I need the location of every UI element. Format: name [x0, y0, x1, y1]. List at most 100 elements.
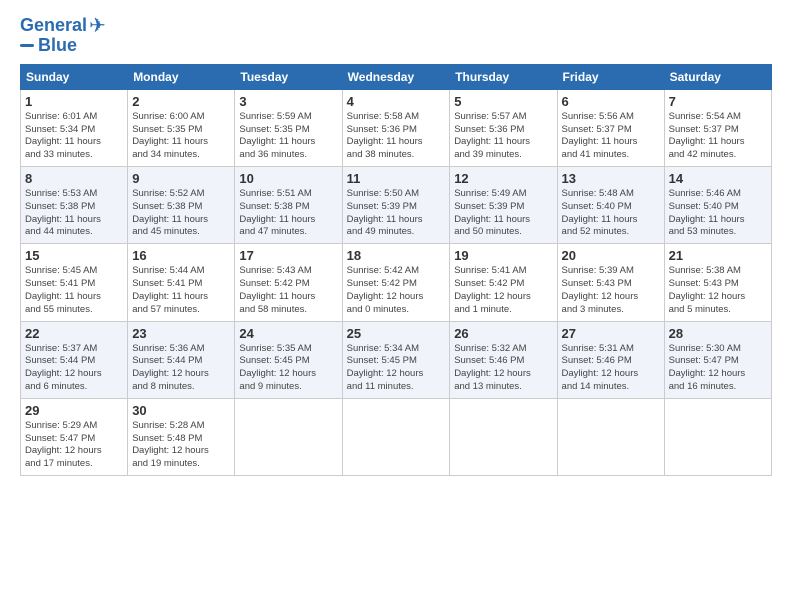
day-info: Sunrise: 5:46 AM Sunset: 5:40 PM Dayligh… [669, 188, 767, 239]
day-number: 13 [562, 171, 660, 186]
day-cell: 29 Sunrise: 5:29 AM Sunset: 5:47 PM Dayli… [21, 398, 128, 475]
day-number: 11 [347, 171, 446, 186]
day-cell: 8 Sunrise: 5:53 AM Sunset: 5:38 PM Daylig… [21, 167, 128, 244]
weekday-saturday: Saturday [664, 64, 771, 89]
weekday-thursday: Thursday [450, 64, 557, 89]
day-number: 27 [562, 326, 660, 341]
day-number: 8 [25, 171, 123, 186]
day-cell [450, 398, 557, 475]
week-row-4: 22Sunrise: 5:37 AM Sunset: 5:44 PM Dayli… [21, 321, 772, 398]
day-cell: 24Sunrise: 5:35 AM Sunset: 5:45 PM Dayli… [235, 321, 342, 398]
logo-bird-icon: ✈ [89, 16, 106, 36]
weekday-sunday: Sunday [21, 64, 128, 89]
day-number: 1 [25, 94, 123, 109]
weekday-monday: Monday [128, 64, 235, 89]
day-info: Sunrise: 5:31 AM Sunset: 5:46 PM Dayligh… [562, 343, 660, 394]
page: General ✈ Blue SundayMondayTuesdayWednes… [0, 0, 792, 612]
day-cell: 9 Sunrise: 5:52 AM Sunset: 5:38 PM Daylig… [128, 167, 235, 244]
day-number: 2 [132, 94, 230, 109]
day-info: Sunrise: 5:44 AM Sunset: 5:41 PM Dayligh… [132, 265, 230, 316]
day-number: 23 [132, 326, 230, 341]
day-cell [557, 398, 664, 475]
day-info: Sunrise: 5:35 AM Sunset: 5:45 PM Dayligh… [239, 343, 337, 394]
week-row-2: 8 Sunrise: 5:53 AM Sunset: 5:38 PM Daylig… [21, 167, 772, 244]
day-number: 28 [669, 326, 767, 341]
day-number: 18 [347, 248, 446, 263]
day-cell: 15Sunrise: 5:45 AM Sunset: 5:41 PM Dayli… [21, 244, 128, 321]
day-info: Sunrise: 5:29 AM Sunset: 5:47 PM Dayligh… [25, 420, 123, 471]
day-number: 22 [25, 326, 123, 341]
day-info: Sunrise: 6:01 AM Sunset: 5:34 PM Dayligh… [25, 111, 123, 162]
weekday-wednesday: Wednesday [342, 64, 450, 89]
day-cell: 21 Sunrise: 5:38 AM Sunset: 5:43 PM Dayli… [664, 244, 771, 321]
day-cell: 20 Sunrise: 5:39 AM Sunset: 5:43 PM Dayli… [557, 244, 664, 321]
day-cell: 7 Sunrise: 5:54 AM Sunset: 5:37 PM Daylig… [664, 89, 771, 166]
day-info: Sunrise: 5:52 AM Sunset: 5:38 PM Dayligh… [132, 188, 230, 239]
day-info: Sunrise: 5:51 AM Sunset: 5:38 PM Dayligh… [239, 188, 337, 239]
week-row-5: 29 Sunrise: 5:29 AM Sunset: 5:47 PM Dayli… [21, 398, 772, 475]
day-number: 16 [132, 248, 230, 263]
day-cell: 27 Sunrise: 5:31 AM Sunset: 5:46 PM Dayli… [557, 321, 664, 398]
day-number: 10 [239, 171, 337, 186]
weekday-tuesday: Tuesday [235, 64, 342, 89]
day-info: Sunrise: 5:48 AM Sunset: 5:40 PM Dayligh… [562, 188, 660, 239]
logo-text2: Blue [38, 36, 77, 56]
day-cell: 26Sunrise: 5:32 AM Sunset: 5:46 PM Dayli… [450, 321, 557, 398]
day-info: Sunrise: 5:57 AM Sunset: 5:36 PM Dayligh… [454, 111, 552, 162]
day-info: Sunrise: 5:28 AM Sunset: 5:48 PM Dayligh… [132, 420, 230, 471]
day-info: Sunrise: 5:56 AM Sunset: 5:37 PM Dayligh… [562, 111, 660, 162]
day-info: Sunrise: 5:42 AM Sunset: 5:42 PM Dayligh… [347, 265, 446, 316]
day-number: 7 [669, 94, 767, 109]
day-number: 20 [562, 248, 660, 263]
day-number: 17 [239, 248, 337, 263]
day-info: Sunrise: 5:43 AM Sunset: 5:42 PM Dayligh… [239, 265, 337, 316]
day-info: Sunrise: 5:50 AM Sunset: 5:39 PM Dayligh… [347, 188, 446, 239]
day-cell: 22Sunrise: 5:37 AM Sunset: 5:44 PM Dayli… [21, 321, 128, 398]
day-info: Sunrise: 5:38 AM Sunset: 5:43 PM Dayligh… [669, 265, 767, 316]
day-number: 25 [347, 326, 446, 341]
day-cell: 23Sunrise: 5:36 AM Sunset: 5:44 PM Dayli… [128, 321, 235, 398]
day-info: Sunrise: 5:59 AM Sunset: 5:35 PM Dayligh… [239, 111, 337, 162]
day-info: Sunrise: 5:39 AM Sunset: 5:43 PM Dayligh… [562, 265, 660, 316]
day-cell [235, 398, 342, 475]
day-cell: 12 Sunrise: 5:49 AM Sunset: 5:39 PM Dayli… [450, 167, 557, 244]
day-cell [664, 398, 771, 475]
day-info: Sunrise: 6:00 AM Sunset: 5:35 PM Dayligh… [132, 111, 230, 162]
day-cell: 1 Sunrise: 6:01 AM Sunset: 5:34 PM Daylig… [21, 89, 128, 166]
day-number: 12 [454, 171, 552, 186]
day-number: 14 [669, 171, 767, 186]
day-number: 6 [562, 94, 660, 109]
day-info: Sunrise: 5:41 AM Sunset: 5:42 PM Dayligh… [454, 265, 552, 316]
day-info: Sunrise: 5:54 AM Sunset: 5:37 PM Dayligh… [669, 111, 767, 162]
day-cell: 28 Sunrise: 5:30 AM Sunset: 5:47 PM Dayli… [664, 321, 771, 398]
day-info: Sunrise: 5:45 AM Sunset: 5:41 PM Dayligh… [25, 265, 123, 316]
day-cell [342, 398, 450, 475]
day-cell: 10 Sunrise: 5:51 AM Sunset: 5:38 PM Dayli… [235, 167, 342, 244]
day-info: Sunrise: 5:53 AM Sunset: 5:38 PM Dayligh… [25, 188, 123, 239]
day-cell: 16 Sunrise: 5:44 AM Sunset: 5:41 PM Dayli… [128, 244, 235, 321]
day-number: 26 [454, 326, 552, 341]
week-row-3: 15Sunrise: 5:45 AM Sunset: 5:41 PM Dayli… [21, 244, 772, 321]
day-info: Sunrise: 5:34 AM Sunset: 5:45 PM Dayligh… [347, 343, 446, 394]
logo-text: General [20, 16, 87, 36]
day-info: Sunrise: 5:49 AM Sunset: 5:39 PM Dayligh… [454, 188, 552, 239]
day-info: Sunrise: 5:30 AM Sunset: 5:47 PM Dayligh… [669, 343, 767, 394]
day-number: 9 [132, 171, 230, 186]
day-info: Sunrise: 5:58 AM Sunset: 5:36 PM Dayligh… [347, 111, 446, 162]
day-number: 4 [347, 94, 446, 109]
day-cell: 25 Sunrise: 5:34 AM Sunset: 5:45 PM Dayli… [342, 321, 450, 398]
day-cell: 17 Sunrise: 5:43 AM Sunset: 5:42 PM Dayli… [235, 244, 342, 321]
weekday-header-row: SundayMondayTuesdayWednesdayThursdayFrid… [21, 64, 772, 89]
day-cell: 4 Sunrise: 5:58 AM Sunset: 5:36 PM Daylig… [342, 89, 450, 166]
day-number: 30 [132, 403, 230, 418]
day-cell: 30 Sunrise: 5:28 AM Sunset: 5:48 PM Dayli… [128, 398, 235, 475]
day-cell: 18 Sunrise: 5:42 AM Sunset: 5:42 PM Dayli… [342, 244, 450, 321]
day-number: 21 [669, 248, 767, 263]
day-cell: 2 Sunrise: 6:00 AM Sunset: 5:35 PM Daylig… [128, 89, 235, 166]
day-cell: 14 Sunrise: 5:46 AM Sunset: 5:40 PM Dayli… [664, 167, 771, 244]
day-cell: 11 Sunrise: 5:50 AM Sunset: 5:39 PM Dayli… [342, 167, 450, 244]
day-cell: 13 Sunrise: 5:48 AM Sunset: 5:40 PM Dayli… [557, 167, 664, 244]
day-cell: 5Sunrise: 5:57 AM Sunset: 5:36 PM Daylig… [450, 89, 557, 166]
day-number: 29 [25, 403, 123, 418]
day-number: 19 [454, 248, 552, 263]
